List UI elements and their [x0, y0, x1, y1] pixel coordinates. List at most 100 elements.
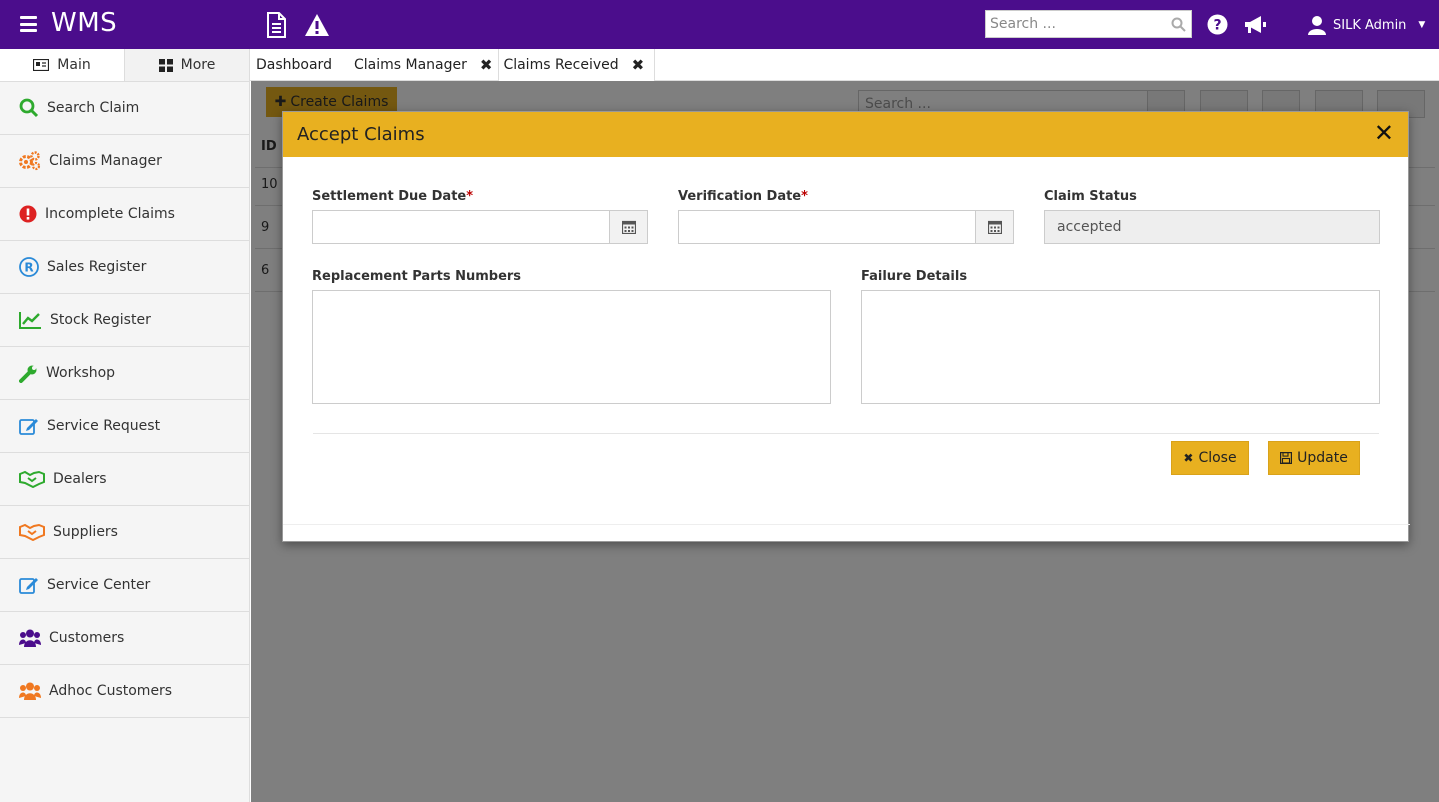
sidebar-item-sales-register[interactable]: R Sales Register: [0, 241, 249, 294]
sidebar-item-service-center[interactable]: Service Center: [0, 559, 249, 612]
sidebar-item-label: Service Center: [47, 577, 151, 593]
page-tabs: Dashboard Claims Manager ✖ Claims Receiv…: [250, 49, 1439, 81]
save-icon: [1280, 452, 1293, 464]
handshake-icon: [19, 470, 45, 488]
global-search[interactable]: [985, 10, 1192, 38]
sidebar-item-incomplete-claims[interactable]: Incomplete Claims: [0, 188, 249, 241]
warning-icon[interactable]: [304, 12, 330, 38]
claim-status-field: accepted: [1044, 210, 1380, 244]
verification-date-label-text: Verification Date: [678, 189, 802, 204]
required-marker: *: [801, 189, 808, 204]
svg-text:?: ?: [1213, 18, 1221, 34]
settlement-due-date-input[interactable]: [313, 211, 609, 243]
sidebar-item-adhoc-customers[interactable]: Adhoc Customers: [0, 665, 249, 718]
sidebar-item-label: Suppliers: [53, 524, 118, 540]
tab-label: Claims Manager: [353, 56, 467, 73]
tab-dashboard[interactable]: Dashboard: [250, 49, 338, 80]
close-tab-icon[interactable]: ✖: [480, 56, 493, 74]
close-tab-icon[interactable]: ✖: [632, 56, 645, 74]
sidebar-item-workshop[interactable]: Workshop: [0, 347, 249, 400]
sidebar-tab-label: More: [180, 57, 216, 73]
document-icon[interactable]: [263, 12, 289, 38]
sidebar-item-label: Sales Register: [47, 259, 147, 275]
global-search-input[interactable]: [986, 11, 1166, 37]
sidebar-item-suppliers[interactable]: Suppliers: [0, 506, 249, 559]
sidebar-tab-main[interactable]: Main: [0, 49, 125, 81]
tab-label: Dashboard: [256, 56, 332, 73]
user-name: SILK Admin: [1333, 17, 1407, 33]
megaphone-icon[interactable]: [1243, 15, 1267, 34]
tab-claims-manager[interactable]: Claims Manager ✖: [338, 49, 498, 80]
sidebar-item-label: Stock Register: [50, 312, 151, 328]
registered-icon: R: [19, 257, 39, 277]
sidebar-tab-label: Main: [57, 57, 91, 73]
sidebar-item-label: Claims Manager: [49, 153, 162, 169]
verification-date-label: Verification Date*: [678, 189, 808, 204]
users-icon: [19, 629, 41, 647]
verification-date-field: [678, 210, 1014, 244]
sidebar: Main More Search Claim Claims Manager In…: [0, 49, 250, 802]
settlement-due-date-label-text: Settlement Due Date: [312, 189, 467, 204]
sidebar-tabs: Main More: [0, 49, 249, 82]
sidebar-item-search-claim[interactable]: Search Claim: [0, 82, 249, 135]
handshake-icon: [19, 523, 45, 541]
gears-icon: [19, 151, 41, 171]
verification-date-input[interactable]: [679, 211, 975, 243]
sidebar-item-claims-manager[interactable]: Claims Manager: [0, 135, 249, 188]
sidebar-item-stock-register[interactable]: Stock Register: [0, 294, 249, 347]
svg-text:R: R: [24, 261, 33, 275]
grid-icon: [158, 58, 173, 72]
users-icon: [19, 682, 41, 700]
sidebar-item-label: Search Claim: [47, 100, 140, 116]
brand-title[interactable]: WMS: [51, 8, 117, 38]
failure-details-label: Failure Details: [861, 269, 968, 284]
sidebar-item-dealers[interactable]: Dealers: [0, 453, 249, 506]
update-button[interactable]: Update: [1268, 441, 1360, 475]
search-icon: [19, 98, 39, 118]
line-chart-icon: [19, 312, 41, 329]
sidebar-item-label: Adhoc Customers: [49, 683, 173, 699]
sidebar-item-customers[interactable]: Customers: [0, 612, 249, 665]
times-icon: ✖: [1183, 451, 1194, 465]
id-card-icon: [33, 59, 50, 71]
sidebar-item-label: Workshop: [46, 365, 116, 381]
sidebar-tab-more[interactable]: More: [125, 49, 249, 81]
help-icon[interactable]: ?: [1207, 14, 1228, 35]
user-menu[interactable]: SILK Admin ▼: [1307, 15, 1425, 35]
settlement-calendar-button[interactable]: [609, 211, 647, 243]
search-icon[interactable]: [1171, 17, 1186, 32]
sidebar-item-service-request[interactable]: Service Request: [0, 400, 249, 453]
modal-header: Accept Claims ✕: [283, 112, 1408, 157]
sidebar-item-label: Customers: [49, 630, 125, 646]
caret-down-icon: ▼: [1418, 20, 1426, 30]
sidebar-item-label: Incomplete Claims: [45, 206, 175, 222]
sidebar-item-label: Service Request: [47, 418, 161, 434]
edit-icon: [19, 418, 38, 435]
tab-claims-received[interactable]: Claims Received ✖: [498, 49, 656, 81]
close-icon[interactable]: ✕: [1374, 121, 1394, 145]
calendar-icon: [987, 220, 1002, 234]
failure-details-textarea[interactable]: [861, 290, 1380, 404]
user-icon: [1308, 16, 1326, 35]
replacement-parts-textarea[interactable]: [312, 290, 831, 404]
update-button-label: Update: [1297, 450, 1348, 466]
close-button[interactable]: ✖ Close: [1171, 441, 1249, 475]
close-button-label: Close: [1198, 450, 1237, 466]
claim-status-label: Claim Status: [1044, 189, 1137, 204]
tab-label: Claims Received: [503, 57, 619, 73]
top-bar: WMS ? SILK Admin ▼: [0, 0, 1439, 49]
verification-calendar-button[interactable]: [975, 211, 1013, 243]
exclamation-circle-icon: [19, 205, 37, 223]
menu-icon[interactable]: [20, 16, 37, 32]
modal-footer-line: [283, 524, 1410, 525]
calendar-icon: [621, 220, 636, 234]
modal-title: Accept Claims: [297, 124, 425, 145]
sidebar-item-label: Dealers: [53, 471, 107, 487]
required-marker: *: [466, 189, 474, 204]
wrench-icon: [19, 365, 37, 383]
settlement-due-date-field: [312, 210, 648, 244]
modal-divider: [313, 433, 1379, 434]
replacement-parts-label: Replacement Parts Numbers: [312, 269, 522, 284]
edit-icon: [19, 577, 38, 594]
accept-claims-modal: Accept Claims ✕ Settlement Due Date* Ver…: [282, 111, 1410, 542]
